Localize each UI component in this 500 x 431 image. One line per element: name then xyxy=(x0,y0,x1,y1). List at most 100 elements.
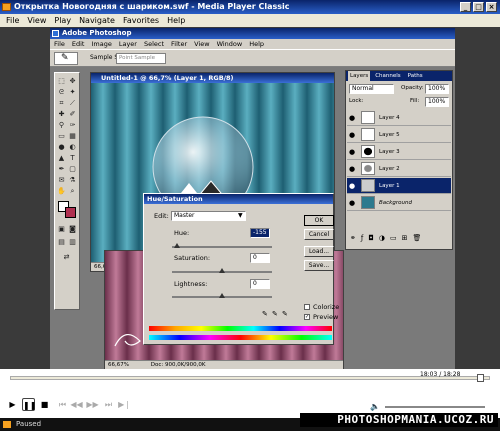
colorize-checkbox[interactable] xyxy=(304,304,310,310)
close-button[interactable]: × xyxy=(486,2,497,12)
volume-slider[interactable] xyxy=(385,406,485,408)
hand-tool-icon[interactable]: ✋ xyxy=(57,187,66,196)
tool-preset-picker[interactable]: ✎ xyxy=(54,52,78,65)
path-selection-tool-icon[interactable]: ▲ xyxy=(57,154,66,163)
tab-channels[interactable]: Channels xyxy=(373,71,402,81)
ok-button[interactable]: OK xyxy=(304,215,334,226)
ps-menu-window[interactable]: Window xyxy=(217,39,243,49)
seek-bar[interactable] xyxy=(10,374,490,382)
menu-navigate[interactable]: Navigate xyxy=(79,14,115,27)
previous-icon[interactable]: ⏮ xyxy=(56,398,69,411)
cancel-button[interactable]: Cancel xyxy=(304,229,334,240)
notes-tool-icon[interactable]: ✉ xyxy=(57,176,66,185)
visibility-eye-icon[interactable]: ● xyxy=(349,148,357,156)
layer-row[interactable]: ● Layer 5 xyxy=(347,127,451,143)
new-layer-icon[interactable]: ⊞ xyxy=(402,234,408,244)
visibility-eye-icon[interactable]: ● xyxy=(349,165,357,173)
move-tool-icon[interactable]: ✥ xyxy=(68,77,77,86)
blend-mode-select[interactable]: Normal xyxy=(349,84,394,94)
blur-tool-icon[interactable]: ● xyxy=(57,143,66,152)
eraser-tool-icon[interactable]: ▭ xyxy=(57,132,66,141)
visibility-eye-icon[interactable]: ● xyxy=(349,182,357,190)
visibility-eye-icon[interactable]: ● xyxy=(349,131,357,139)
save-button[interactable]: Save... xyxy=(304,260,334,271)
maximize-button[interactable]: □ xyxy=(473,2,484,12)
next-icon[interactable]: ⏭ xyxy=(102,398,115,411)
layer-row[interactable]: ● Background xyxy=(347,195,451,211)
layer-row[interactable]: ● Layer 3 xyxy=(347,144,451,160)
pause-icon[interactable]: ❚❚ xyxy=(22,398,36,411)
forward-icon[interactable]: ▶▶ xyxy=(86,398,99,411)
lasso-tool-icon[interactable]: ᘓ xyxy=(57,88,66,97)
visibility-eye-icon[interactable]: ● xyxy=(349,199,357,207)
zoom-tool-icon[interactable]: ⌕ xyxy=(68,187,77,196)
frame-step-icon[interactable]: ▶❘ xyxy=(118,398,131,411)
slice-tool-icon[interactable]: ⟋ xyxy=(68,99,77,108)
tab-layers[interactable]: Layers xyxy=(348,71,371,81)
layer-row-selected[interactable]: ● Layer 1 xyxy=(347,178,451,194)
ps-menu-file[interactable]: File xyxy=(54,39,65,49)
eyedropper-tool-icon[interactable]: ⚗ xyxy=(68,176,77,185)
seek-handle[interactable] xyxy=(477,374,484,382)
stop-icon[interactable]: ■ xyxy=(38,398,51,411)
tab-paths[interactable]: Paths xyxy=(406,71,425,81)
brush-tool-icon[interactable]: ✐ xyxy=(68,110,77,119)
new-group-icon[interactable]: ▭ xyxy=(390,234,397,244)
speaker-icon[interactable]: 🔈 xyxy=(370,402,380,411)
lightness-slider-knob[interactable] xyxy=(219,293,225,298)
lightness-input[interactable]: 0 xyxy=(250,279,270,289)
screen-mode-icon[interactable]: ▤ xyxy=(57,238,66,247)
eyedropper-minus-icon[interactable]: ✎ xyxy=(282,310,288,318)
ps-menu-edit[interactable]: Edit xyxy=(72,39,85,49)
magic-wand-tool-icon[interactable]: ✦ xyxy=(68,88,77,97)
ps-menu-image[interactable]: Image xyxy=(91,39,111,49)
preview-checkbox[interactable]: ✓ xyxy=(304,314,310,320)
mask-icon[interactable]: ◘ xyxy=(368,234,374,244)
load-button[interactable]: Load... xyxy=(304,246,334,257)
trash-icon[interactable]: 🗑 xyxy=(413,234,422,244)
layer-row[interactable]: ● Layer 2 xyxy=(347,161,451,177)
minimize-button[interactable]: _ xyxy=(460,2,471,12)
ps-menu-filter[interactable]: Filter xyxy=(171,39,187,49)
clone-stamp-tool-icon[interactable]: ⚲ xyxy=(57,121,66,130)
eyedropper-icon[interactable]: ✎ xyxy=(262,310,268,318)
ps-menu-select[interactable]: Select xyxy=(144,39,164,49)
play-icon[interactable]: ▶ xyxy=(6,398,19,411)
menu-view[interactable]: View xyxy=(27,14,46,27)
eyedropper-plus-icon[interactable]: ✎ xyxy=(272,310,278,318)
link-icon[interactable]: ⚭ xyxy=(350,234,356,244)
saturation-slider-knob[interactable] xyxy=(219,268,225,273)
crop-tool-icon[interactable]: ⌗ xyxy=(57,99,66,108)
rewind-icon[interactable]: ◀◀ xyxy=(70,398,83,411)
imageready-icon[interactable]: ⇄ xyxy=(62,253,71,262)
ps-menu-view[interactable]: View xyxy=(194,39,209,49)
quick-mask-mode-icon[interactable]: ◙ xyxy=(68,225,77,234)
opacity-field[interactable]: 100% xyxy=(425,84,449,94)
background-color-swatch[interactable] xyxy=(65,207,76,218)
ps-menu-layer[interactable]: Layer xyxy=(119,39,137,49)
edit-select[interactable]: Master xyxy=(171,211,246,221)
menu-file[interactable]: File xyxy=(6,14,19,27)
fullscreen-mode-icon[interactable]: ▥ xyxy=(68,238,77,247)
menu-play[interactable]: Play xyxy=(54,14,71,27)
shape-tool-icon[interactable]: ▢ xyxy=(68,165,77,174)
type-tool-icon[interactable]: T xyxy=(68,154,77,163)
saturation-input[interactable]: 0 xyxy=(250,253,270,263)
pen-tool-icon[interactable]: ✒ xyxy=(57,165,66,174)
ps-menu-help[interactable]: Help xyxy=(249,39,264,49)
layer-row[interactable]: ● Layer 4 xyxy=(347,110,451,126)
dodge-tool-icon[interactable]: ◐ xyxy=(68,143,77,152)
standard-mode-icon[interactable]: ▣ xyxy=(57,225,66,234)
fill-field[interactable]: 100% xyxy=(425,97,449,107)
menu-help[interactable]: Help xyxy=(167,14,185,27)
marquee-tool-icon[interactable]: ⬚ xyxy=(57,77,66,86)
healing-tool-icon[interactable]: ✚ xyxy=(57,110,66,119)
gradient-tool-icon[interactable]: ▦ xyxy=(68,132,77,141)
history-brush-tool-icon[interactable]: ✑ xyxy=(68,121,77,130)
hue-slider-knob[interactable] xyxy=(174,243,180,248)
sample-size-select[interactable]: Point Sample xyxy=(116,53,166,64)
layer-style-icon[interactable]: ƒ xyxy=(361,234,363,244)
adjustment-icon[interactable]: ◑ xyxy=(379,234,385,244)
menu-favorites[interactable]: Favorites xyxy=(123,14,159,27)
hue-input[interactable]: -155 xyxy=(250,228,270,238)
